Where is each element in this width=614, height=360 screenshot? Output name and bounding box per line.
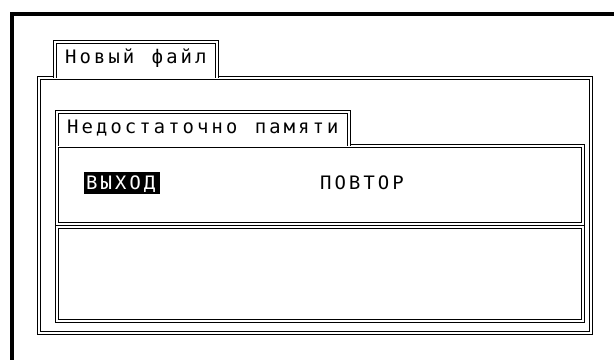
- main-window-title: Новый файл: [53, 40, 220, 78]
- dialog-title: Недостаточно памяти: [55, 110, 352, 146]
- lower-panel: [55, 225, 585, 323]
- exit-option[interactable]: ВЫХОД: [84, 172, 161, 194]
- retry-option[interactable]: ПОВТОР: [320, 172, 407, 194]
